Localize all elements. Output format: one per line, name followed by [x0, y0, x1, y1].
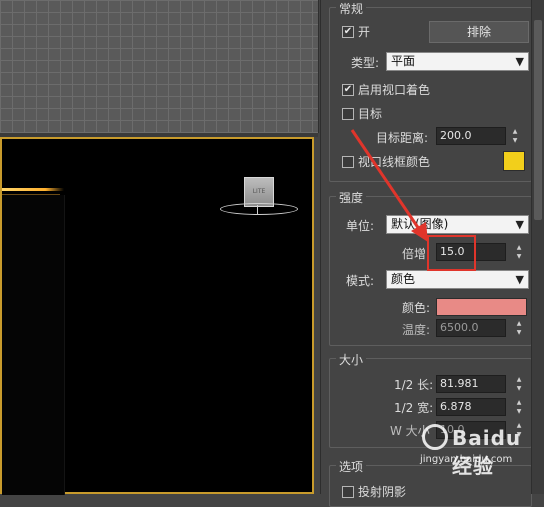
mode-select-value: 颜色	[391, 272, 416, 286]
cast-shadows-label: 投射阴影	[358, 485, 407, 499]
baidu-paw-logo-icon	[422, 424, 448, 450]
temperature-spinner[interactable]: ▲ ▼	[514, 319, 524, 337]
watermark-url: jingyan.baidu.com	[420, 454, 513, 465]
temperature-label: 温度:	[402, 323, 431, 337]
general-group: 常规 ✔ 开 排除 类型: 平面 ▼ ✔ 启用视口着色 目标 目标距离: 200…	[329, 0, 532, 182]
target-distance-spinner[interactable]: ▲ ▼	[510, 127, 520, 145]
spinner-down-icon[interactable]: ▼	[514, 384, 524, 393]
wire-color-swatch[interactable]	[503, 151, 525, 171]
spinner-down-icon[interactable]: ▼	[514, 252, 524, 261]
spinner-down-icon[interactable]: ▼	[514, 407, 524, 416]
spinner-up-icon[interactable]: ▲	[514, 375, 524, 384]
spinner-down-icon[interactable]: ▼	[510, 136, 520, 145]
units-label: 单位:	[346, 219, 375, 233]
light-gizmo-stem	[257, 205, 258, 215]
cast-shadows-checkbox[interactable]	[342, 486, 354, 498]
multiplier-label: 倍增:	[402, 247, 431, 261]
spinner-up-icon[interactable]: ▲	[514, 243, 524, 252]
chevron-down-icon: ▼	[515, 273, 524, 286]
half-width-spinner[interactable]: ▲ ▼	[514, 398, 524, 416]
light-color-swatch[interactable]	[436, 298, 527, 316]
annotation-highlight-box	[427, 235, 476, 271]
light-gizmo-ring	[220, 203, 298, 215]
dark-wall	[2, 195, 65, 495]
check-icon: ✔	[343, 84, 353, 95]
target-checkbox[interactable]	[342, 108, 354, 120]
type-label: 类型:	[351, 56, 380, 70]
viewport-shading-label: 启用视口着色	[358, 83, 431, 97]
half-length-spinner[interactable]: ▲ ▼	[514, 375, 524, 393]
baidu-jingyan-watermark: Baidu 经验 jingyan.baidu.com	[418, 420, 530, 478]
half-width-field[interactable]: 6.878	[436, 398, 506, 416]
on-checkbox[interactable]: ✔	[342, 26, 354, 38]
chevron-down-icon: ▼	[515, 218, 524, 231]
light-streak	[2, 188, 64, 191]
spinner-up-icon[interactable]: ▲	[514, 319, 524, 328]
wire-color-label: 视口线框颜色	[358, 155, 431, 169]
half-width-label: 1/2 宽:	[394, 401, 434, 415]
scrollbar-thumb[interactable]	[534, 20, 542, 220]
target-distance-field[interactable]: 200.0	[436, 127, 506, 145]
spinner-down-icon[interactable]: ▼	[514, 328, 524, 337]
check-icon: ✔	[343, 26, 353, 37]
mode-label: 模式:	[346, 274, 375, 288]
on-label: 开	[358, 25, 371, 39]
watermark-main-text: Baidu 经验	[452, 426, 522, 478]
exclude-button[interactable]: 排除	[429, 21, 529, 43]
intensity-group: 强度 单位: 默认(图像) ▼ 倍增: 15.0 ▲ ▼ 模式: 颜色 ▼ 颜色:…	[329, 189, 532, 346]
wire-color-checkbox[interactable]	[342, 156, 354, 168]
mode-select[interactable]: 颜色 ▼	[386, 270, 529, 289]
half-length-label: 1/2 长:	[394, 378, 434, 392]
target-label: 目标	[358, 107, 383, 121]
perspective-viewport[interactable]: LITE	[0, 137, 314, 495]
multiplier-spinner[interactable]: ▲ ▼	[514, 243, 524, 261]
temperature-field[interactable]: 6500.0	[436, 319, 506, 337]
light-gizmo-label: LITE	[252, 188, 266, 195]
type-select[interactable]: 平面 ▼	[386, 52, 529, 71]
viewport-shading-checkbox[interactable]: ✔	[342, 84, 354, 96]
options-group-title: 选项	[336, 458, 367, 475]
size-group-title: 大小	[336, 351, 367, 368]
panel-scrollbar[interactable]	[531, 0, 544, 494]
units-select[interactable]: 默认(图像) ▼	[386, 215, 529, 234]
top-viewport-grid[interactable]	[0, 0, 319, 133]
intensity-group-title: 强度	[336, 189, 367, 206]
half-length-field[interactable]: 81.981	[436, 375, 506, 393]
color-label: 颜色:	[402, 301, 431, 315]
target-distance-label: 目标距离:	[376, 131, 429, 145]
chevron-down-icon: ▼	[515, 55, 524, 68]
spinner-up-icon[interactable]: ▲	[510, 127, 520, 136]
spinner-up-icon[interactable]: ▲	[514, 398, 524, 407]
general-group-title: 常规	[336, 0, 367, 17]
type-select-value: 平面	[391, 54, 416, 68]
units-select-value: 默认(图像)	[391, 217, 449, 231]
